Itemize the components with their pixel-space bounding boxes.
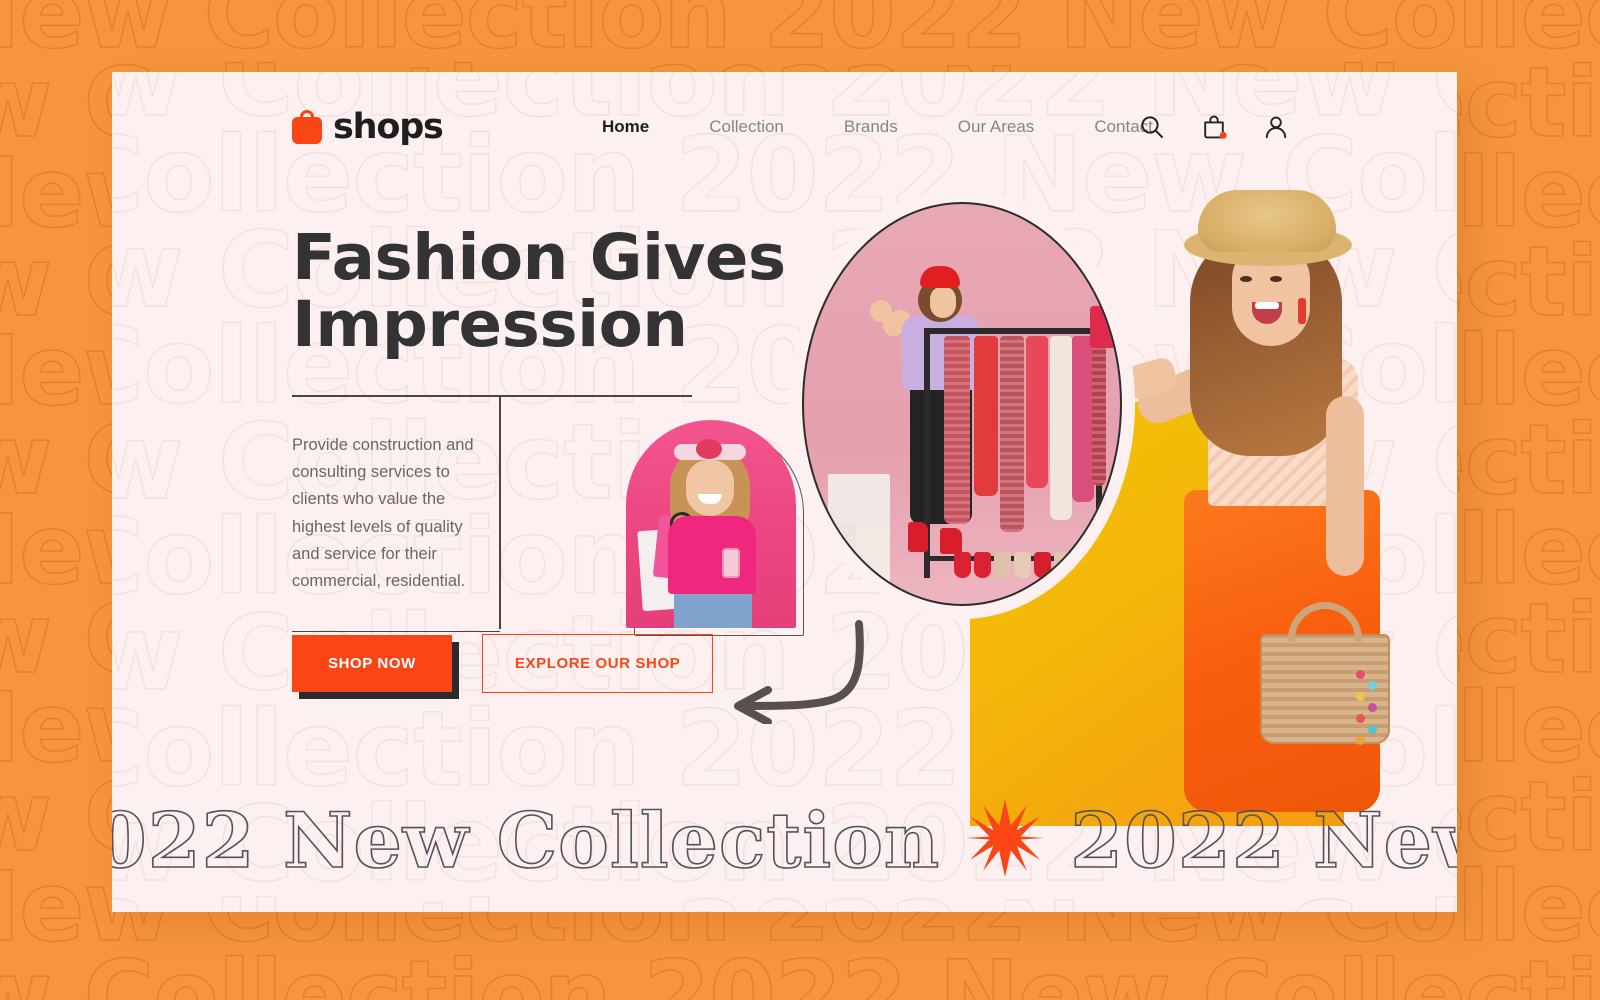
- arch-photo: [626, 420, 804, 636]
- shop-now-button[interactable]: SHOP NOW: [292, 635, 452, 692]
- nav-item-collection[interactable]: Collection: [679, 117, 814, 137]
- nav-item-home[interactable]: Home: [572, 117, 679, 137]
- info-divider-vertical: [499, 395, 501, 629]
- hero-headline: Fashion Gives Impression: [292, 224, 786, 359]
- curved-arrow-left-icon: [716, 614, 876, 726]
- hero-paragraph: Provide construction and consulting serv…: [292, 435, 474, 591]
- nav-item-brands[interactable]: Brands: [814, 117, 928, 137]
- user-account-icon[interactable]: [1263, 114, 1289, 140]
- headline-line-2: Impression: [292, 288, 688, 362]
- cart-bag-icon[interactable]: [1201, 114, 1227, 140]
- nav-item-our-areas[interactable]: Our Areas: [928, 117, 1065, 137]
- brand-logo[interactable]: shops: [292, 107, 444, 147]
- header-actions: [1139, 114, 1289, 140]
- arch-photo-image: [626, 420, 796, 628]
- bottom-marquee: 2022 New Collection 2022 New Collection: [112, 792, 1457, 888]
- explore-our-shop-button[interactable]: EXPLORE OUR SHOP: [481, 634, 714, 693]
- marquee-text-right: 2022 New Collection: [1069, 795, 1457, 886]
- search-icon[interactable]: [1139, 114, 1165, 140]
- hero-card: New Collection 2022 New Collection 2022 …: [112, 72, 1457, 912]
- info-divider-bottom: [292, 630, 500, 633]
- brand-name: shops: [333, 107, 444, 147]
- model-photo: [1112, 190, 1390, 826]
- headline-line-1: Fashion Gives: [292, 221, 786, 294]
- circle-photo-image: [802, 202, 1122, 606]
- main-navigation: Home Collection Brands Our Areas Contact: [572, 117, 1183, 137]
- cta-button-row: SHOP NOW EXPLORE OUR SHOP: [292, 634, 714, 693]
- marquee-text-left: 2022 New Collection: [112, 795, 941, 886]
- shopping-bag-icon: [292, 110, 322, 144]
- circle-photo: [789, 189, 1135, 619]
- site-header: shops Home Collection Brands Our Areas C…: [112, 72, 1457, 182]
- starburst-icon: [966, 798, 1045, 882]
